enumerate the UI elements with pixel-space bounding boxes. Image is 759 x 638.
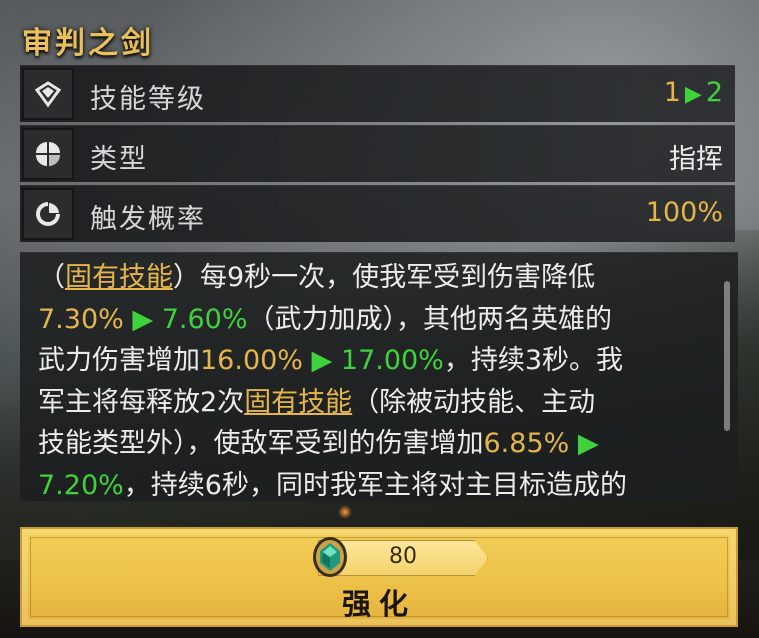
upgrade-arrow-icon: ▶ [123, 303, 162, 335]
skill-description-text: （固有技能）每9秒一次，使我军受到伤害降低 7.30% ▶ 7.60%（武力加成）… [38, 257, 718, 501]
description-text: 军主将每释放2次 [38, 386, 245, 418]
description-line: 技能类型外），使敌军受到的伤害增加6.85% ▶ [38, 423, 718, 465]
level-arrow-icon: ▶ [684, 82, 702, 107]
upgrade-arrow-icon: ▶ [302, 345, 341, 376]
stat-label: 技能等级 [90, 84, 206, 115]
description-text: 技能类型外），使敌军受到的伤害增加 [38, 428, 484, 459]
description-text: （武力加成），其他两名英雄的 [247, 303, 613, 335]
new-value: 7.20% [38, 469, 124, 501]
clover-type-icon [22, 128, 74, 180]
upgrade-button-label: 强化 [341, 587, 416, 621]
description-text: （ [38, 262, 65, 293]
old-value: 6.85% [483, 428, 570, 459]
trigger-gauge-icon [22, 188, 74, 240]
inherent-skill-link[interactable]: 固有技能 [65, 262, 173, 293]
trigger-rate-value: 100% [645, 197, 723, 228]
upgrade-cost: 80 [389, 544, 417, 569]
description-line: （固有技能）每9秒一次，使我军受到伤害降低 [38, 257, 718, 299]
emerald-gem-icon [310, 535, 350, 579]
description-line: 7.20%，持续6秒，同时我军主将对主目标造成的 [38, 465, 718, 502]
description-scrollbar[interactable] [724, 281, 730, 431]
diamond-rank-icon [22, 68, 74, 120]
new-value: 7.60% [161, 303, 248, 335]
level-to: 2 [705, 77, 723, 108]
old-value: 7.30% [38, 303, 124, 335]
stat-row-trigger-rate: 触发概率 100% [20, 185, 735, 242]
stat-row-skill-level: 技能等级 1 ▶ 2 [20, 65, 735, 122]
description-text: ，持续6秒，同时我军主将对主目标造成的 [123, 469, 627, 501]
level-from: 1 [663, 77, 681, 108]
inherent-skill-link[interactable]: 固有技能 [244, 387, 352, 418]
description-text: ）每9秒一次，使我军受到伤害降低 [173, 262, 596, 293]
upgrade-button[interactable]: 80 强化 [20, 527, 738, 627]
type-value: 指挥 [669, 144, 723, 175]
description-line: 军主将每释放2次固有技能（除被动技能、主动 [38, 382, 718, 424]
stat-label: 触发概率 [90, 204, 206, 235]
old-value: 16.00% [200, 345, 303, 376]
description-text: 武力伤害增加 [38, 345, 200, 376]
new-value: 17.00% [340, 345, 444, 376]
description-line: 7.30% ▶ 7.60%（武力加成），其他两名英雄的 [38, 299, 718, 341]
skill-level-value: 1 ▶ 2 [664, 77, 723, 108]
stat-row-type: 类型 指挥 [20, 125, 735, 182]
ember-glow [338, 505, 352, 519]
upgrade-arrow-icon: ▶ [569, 428, 599, 459]
description-text: （除被动技能、主动 [352, 386, 596, 418]
description-text: ，持续3秒。我 [443, 345, 624, 376]
skill-title: 审判之剑 [22, 26, 154, 61]
description-line: 武力伤害增加16.00% ▶ 17.00%，持续3秒。我 [38, 340, 718, 382]
stat-label: 类型 [90, 144, 148, 175]
skill-description-panel[interactable]: （固有技能）每9秒一次，使我军受到伤害降低 7.30% ▶ 7.60%（武力加成）… [20, 252, 738, 501]
